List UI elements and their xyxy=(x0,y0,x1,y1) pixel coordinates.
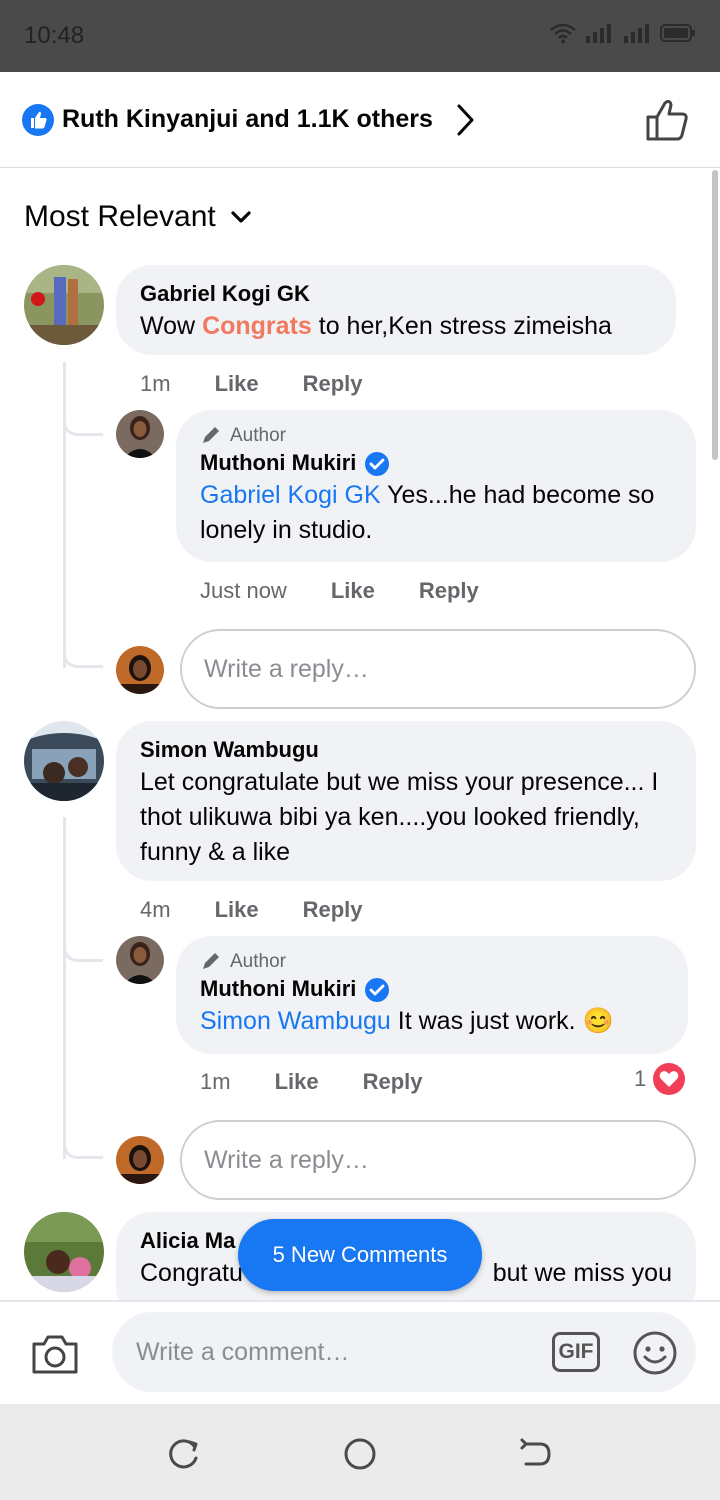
comment-input[interactable]: Write a comment… xyxy=(112,1312,696,1392)
gif-button[interactable]: GIF xyxy=(552,1332,600,1372)
comment-bubble[interactable]: Simon Wambugu Let congratulate but we mi… xyxy=(116,721,696,881)
reply-button[interactable]: Reply xyxy=(363,1069,423,1095)
comment-actions: 4m Like Reply xyxy=(140,897,363,923)
author-badge: Author xyxy=(200,950,664,974)
verified-badge-icon xyxy=(365,452,390,477)
comment-time: 1m xyxy=(200,1069,231,1094)
avatar[interactable] xyxy=(24,265,104,345)
reply-input-placeholder: Write a reply… xyxy=(204,1145,369,1174)
reply-input-placeholder: Write a reply… xyxy=(204,654,369,683)
recent-apps-icon[interactable] xyxy=(166,1436,202,1472)
sort-dropdown[interactable]: Most Relevant xyxy=(24,200,252,234)
commenter-name-text: Muthoni Mukiri xyxy=(200,450,357,475)
like-button-icon[interactable] xyxy=(644,98,690,142)
like-button[interactable]: Like xyxy=(215,897,259,923)
current-user-avatar xyxy=(116,1136,164,1184)
commenter-name[interactable]: Muthoni Mukiri xyxy=(200,974,664,1004)
chevron-right-icon xyxy=(457,104,474,136)
reply-bubble[interactable]: Author Muthoni Mukiri Gabriel Kogi GK Ye… xyxy=(176,410,696,562)
commenter-name-text: Muthoni Mukiri xyxy=(200,976,357,1001)
author-label: Author xyxy=(230,951,286,972)
reply-button[interactable]: Reply xyxy=(303,897,363,923)
comment-text-part: Congratu xyxy=(140,1259,243,1287)
like-reaction-icon xyxy=(22,104,54,136)
pencil-icon xyxy=(203,427,219,443)
current-user-avatar xyxy=(116,646,164,694)
comments-sheet: Ruth Kinyanjui and 1.1K others Most Rele… xyxy=(0,72,720,1300)
comment-actions: 1m Like Reply xyxy=(200,1069,423,1095)
wifi-icon xyxy=(550,23,576,44)
comment-text-part: but we miss you xyxy=(492,1259,672,1287)
emoji-icon[interactable] xyxy=(632,1330,678,1376)
scrollbar[interactable] xyxy=(712,170,718,460)
pencil-icon xyxy=(203,953,219,969)
comment-text-part: to her,Ken stress zimeisha xyxy=(311,312,612,340)
like-button[interactable]: Like xyxy=(215,371,259,397)
comment-actions: Just now Like Reply xyxy=(200,578,479,604)
mention-link[interactable]: Simon Wambugu xyxy=(200,1007,391,1035)
likes-header[interactable]: Ruth Kinyanjui and 1.1K others xyxy=(0,72,720,168)
heart-icon xyxy=(653,1063,686,1095)
comment-time: Just now xyxy=(200,578,287,603)
avatar[interactable] xyxy=(116,936,164,984)
commenter-name[interactable]: Gabriel Kogi GK xyxy=(140,279,652,309)
reply-bubble[interactable]: Author Muthoni Mukiri Simon Wambugu It w… xyxy=(176,936,688,1054)
comment-actions: 1m Like Reply xyxy=(140,371,363,397)
like-button[interactable]: Like xyxy=(275,1069,319,1095)
battery-icon xyxy=(660,24,695,42)
camera-icon[interactable] xyxy=(30,1332,80,1376)
signal-icon xyxy=(586,24,611,43)
gif-label: GIF xyxy=(558,1340,594,1363)
commenter-name[interactable]: Simon Wambugu xyxy=(140,735,672,765)
status-time: 10:48 xyxy=(24,22,85,49)
likes-summary: Ruth Kinyanjui and 1.1K others xyxy=(62,105,433,133)
chevron-down-icon xyxy=(231,211,251,223)
comment-text: Let congratulate but we miss your presen… xyxy=(140,768,659,866)
status-icons xyxy=(550,22,696,44)
verified-badge-icon xyxy=(365,978,390,1003)
comment-text: Gabriel Kogi GK Yes...he had become so l… xyxy=(200,478,672,548)
commenter-name[interactable]: Muthoni Mukiri xyxy=(200,448,672,478)
comment-bubble[interactable]: Gabriel Kogi GK Wow Congrats to her,Ken … xyxy=(116,265,676,355)
thread-connector xyxy=(63,642,103,668)
comment-text-part: Wow xyxy=(140,312,203,340)
highlighted-word[interactable]: Congrats xyxy=(202,312,312,340)
author-label: Author xyxy=(230,425,286,446)
thread-line xyxy=(63,362,66,668)
reply-input[interactable]: Write a reply… xyxy=(180,1120,696,1200)
reaction-count: 1 xyxy=(634,1066,647,1091)
status-bar: 10:48 xyxy=(0,0,720,72)
home-icon[interactable] xyxy=(342,1436,378,1472)
comment-time: 4m xyxy=(140,897,171,922)
sort-label: Most Relevant xyxy=(24,200,216,233)
thread-connector xyxy=(63,1133,103,1159)
author-badge: Author xyxy=(200,424,672,448)
comment-text-part: It was just work. 😊 xyxy=(390,1007,614,1035)
like-button[interactable]: Like xyxy=(331,578,375,604)
reaction-summary[interactable]: 1 xyxy=(634,1062,686,1096)
comment-composer: Write a comment… GIF xyxy=(0,1300,720,1404)
avatar[interactable] xyxy=(116,410,164,458)
reply-button[interactable]: Reply xyxy=(419,578,479,604)
avatar[interactable] xyxy=(24,721,104,801)
new-comments-button[interactable]: 5 New Comments xyxy=(238,1219,482,1291)
reply-button[interactable]: Reply xyxy=(303,371,363,397)
comment-text: Simon Wambugu It was just work. 😊 xyxy=(200,1004,664,1039)
thread-connector xyxy=(63,412,103,436)
thread-connector xyxy=(63,938,103,962)
reply-input[interactable]: Write a reply… xyxy=(180,629,696,709)
comment-time: 1m xyxy=(140,371,171,396)
signal-icon-secondary xyxy=(624,24,649,43)
system-navigation-bar xyxy=(0,1404,720,1500)
comment-text: Wow Congrats to her,Ken stress zimeisha xyxy=(140,309,652,344)
back-icon[interactable] xyxy=(518,1436,554,1472)
thread-line xyxy=(63,817,66,1159)
mention-link[interactable]: Gabriel Kogi GK xyxy=(200,481,381,509)
comment-input-placeholder: Write a comment… xyxy=(136,1337,350,1366)
avatar[interactable] xyxy=(24,1212,104,1292)
